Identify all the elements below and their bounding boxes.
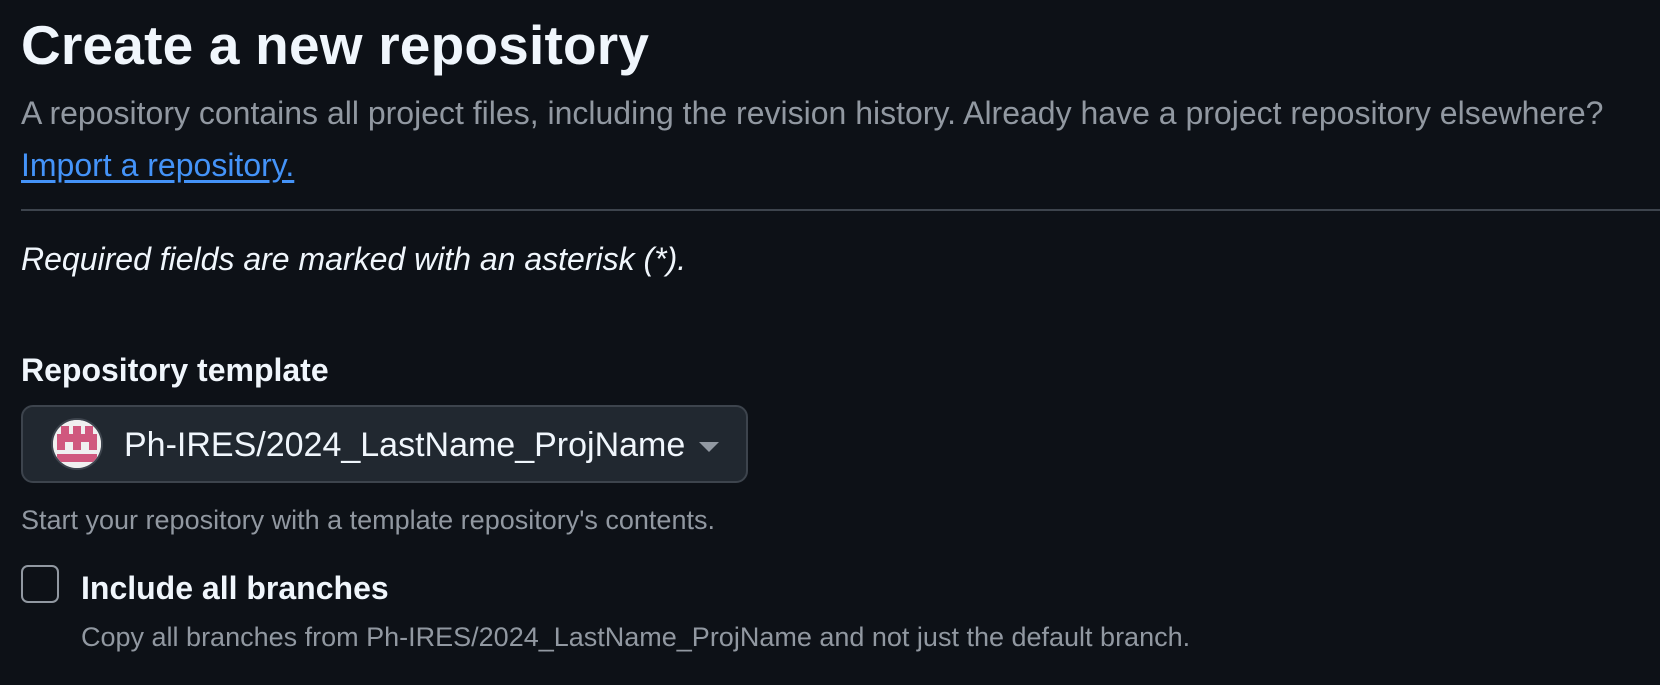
template-hint: Start your repository with a template re… xyxy=(21,505,715,535)
repository-template-dropdown[interactable]: Ph-IRES/2024_LastName_ProjName xyxy=(21,405,748,483)
description-text: A repository contains all project files,… xyxy=(21,95,1604,131)
chevron-down-icon xyxy=(699,442,719,452)
create-repository-page: Create a new repository A repository con… xyxy=(0,0,1660,685)
page-description: A repository contains all project files,… xyxy=(21,87,1631,191)
include-all-branches-label[interactable]: Include all branches xyxy=(81,566,389,610)
section-divider xyxy=(21,209,1660,211)
import-repository-link[interactable]: Import a repository. xyxy=(21,147,294,183)
repository-template-label: Repository template xyxy=(21,352,329,388)
page-title: Create a new repository xyxy=(21,14,650,76)
include-all-branches-checkbox[interactable] xyxy=(21,565,59,603)
template-selected-value: Ph-IRES/2024_LastName_ProjName xyxy=(124,426,686,464)
org-avatar-icon xyxy=(51,418,103,470)
include-all-branches-hint: Copy all branches from Ph-IRES/2024_Last… xyxy=(81,622,1191,652)
required-fields-note: Required fields are marked with an aster… xyxy=(21,241,687,277)
